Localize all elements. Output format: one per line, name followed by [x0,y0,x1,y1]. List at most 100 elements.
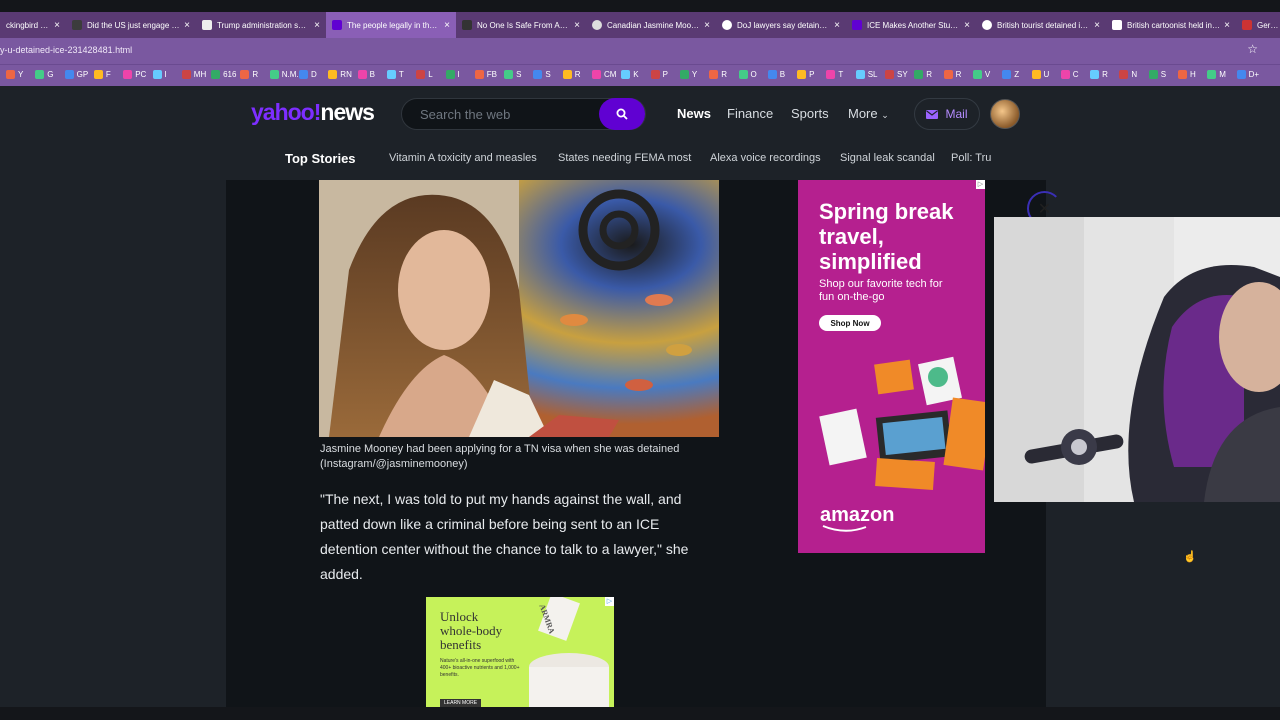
bookmark-item[interactable]: V [972,70,990,79]
bookmark-item[interactable]: Z [1002,70,1019,79]
bookmark-label: T [838,70,844,79]
bookmark-label: SY [897,70,908,79]
armra-ad[interactable]: Unlock whole-body benefits Nature's all-… [426,597,614,707]
browser-tab[interactable]: British cartoonist held in ... × [1106,12,1236,38]
trending-link[interactable]: Signal leak scandal [840,152,935,164]
tab-close-icon[interactable]: × [574,20,580,31]
nav-finance[interactable]: Finance [727,106,773,121]
bookmark-item[interactable]: 616 [211,70,236,79]
favicon-icon [592,20,602,30]
browser-tab[interactable]: DoJ lawyers say detained... × [716,12,846,38]
bookmark-item[interactable]: R [240,70,258,79]
bookmark-item[interactable]: R [943,70,961,79]
tab-close-icon[interactable]: × [704,20,710,31]
bookmark-item[interactable]: D [299,70,317,79]
bookmark-favicon-icon [240,70,250,79]
bookmark-item[interactable]: L [416,70,433,79]
bookmark-item[interactable]: R [562,70,580,79]
bookmark-item[interactable]: SY [885,70,908,79]
search-button[interactable] [599,98,645,130]
bookmark-item[interactable]: B [357,70,375,79]
bookmark-item[interactable]: S [533,70,551,79]
mail-label: Mail [945,107,968,121]
bookmark-item[interactable]: I [445,70,460,79]
bookmark-item[interactable]: Y [679,70,697,79]
address-bar[interactable]: y-u-detained-ice-231428481.html ☆ [0,38,1280,64]
bookmark-item[interactable]: S [504,70,521,79]
browser-tab[interactable]: Trump administration sen... × [196,12,326,38]
avatar[interactable] [990,99,1020,129]
bookmark-item[interactable]: U [1031,70,1049,79]
bookmark-favicon-icon [93,70,103,79]
browser-tab-active[interactable]: The people legally in the ... × [326,12,456,38]
bookmark-favicon-icon [386,70,396,79]
bookmark-item[interactable]: R [914,70,932,79]
bookmark-item[interactable]: SL [855,70,877,79]
nav-more[interactable]: More ⌄ [848,106,889,121]
bookmark-item[interactable]: N.M. [269,70,299,79]
tab-close-icon[interactable]: × [834,20,840,31]
tab-close-icon[interactable]: × [314,20,320,31]
bookmark-item[interactable]: P [650,70,668,79]
bookmark-label: CM [604,70,617,79]
bookmark-item[interactable]: GP [64,70,88,79]
bookmark-item[interactable]: B [767,70,785,79]
trending-link[interactable]: States needing FEMA most [558,152,691,164]
browser-tab[interactable]: British tourist detained in... × [976,12,1106,38]
adchoices-icon[interactable]: ▷ [605,597,614,606]
bookmark-item[interactable]: H [1178,70,1196,79]
article-photo [319,180,719,437]
tab-close-icon[interactable]: × [184,20,190,31]
bookmark-item[interactable]: T [386,70,404,79]
tab-close-icon[interactable]: × [1094,20,1100,31]
browser-tab[interactable]: German [1236,12,1280,38]
shop-now-button[interactable]: Shop Now [819,315,881,331]
tab-close-icon[interactable]: × [964,20,970,31]
bookmark-item[interactable]: C [1060,70,1079,79]
bookmark-item[interactable]: PC [123,70,146,79]
browser-tab[interactable]: No One Is Safe From Am... × [456,12,586,38]
bookmark-item[interactable]: RN [328,70,352,79]
nav-news[interactable]: News [677,106,711,121]
tab-close-icon[interactable]: × [1224,20,1230,31]
url-text[interactable]: y-u-detained-ice-231428481.html [0,45,132,55]
learn-more-button[interactable]: LEARN MORE [440,699,482,707]
bookmark-item[interactable]: D+ [1236,70,1259,79]
trending-link[interactable]: Alexa voice recordings [710,152,821,164]
browser-tab[interactable]: Canadian Jasmine Moone... × [586,12,716,38]
bookmark-item[interactable]: K [621,70,639,79]
browser-tab[interactable]: ckingbird ri... × [0,12,66,38]
bookmark-item[interactable]: T [826,70,843,79]
bookmark-item[interactable]: O [738,70,757,79]
bookmark-favicon-icon [504,70,514,79]
bookmark-item[interactable]: F [93,70,111,79]
tab-close-icon[interactable]: × [54,20,60,31]
bookmark-item[interactable]: R [709,70,727,79]
nav-sports[interactable]: Sports [791,106,829,121]
bookmark-star-icon[interactable]: ☆ [1247,42,1258,56]
bookmark-item[interactable]: M [1207,70,1226,79]
bookmark-item[interactable]: Y [6,70,23,79]
mail-button[interactable]: Mail [914,98,980,130]
trending-link[interactable]: Poll: Tru [951,152,991,164]
bookmark-item[interactable]: MH [181,70,206,79]
bookmark-item[interactable]: G [35,70,54,79]
top-stories-title[interactable]: Top Stories [285,151,356,166]
bookmark-item[interactable]: I [152,70,167,79]
bookmark-label: N [1131,70,1138,79]
trending-link[interactable]: Vitamin A toxicity and measles [389,152,537,164]
search-icon [616,108,628,120]
bookmark-item[interactable]: R [1090,70,1108,79]
bookmark-item[interactable]: N [1119,70,1137,79]
browser-tab[interactable]: ICE Makes Another Stude... × [846,12,976,38]
amazon-ad[interactable]: Spring break travel, simplified Shop our… [798,180,985,553]
adchoices-icon[interactable]: ▷ [976,180,985,189]
bookmark-item[interactable]: CM [592,70,616,79]
bookmark-item[interactable]: FB [474,70,497,79]
tab-close-icon[interactable]: × [444,20,450,31]
browser-tab[interactable]: Did the US just engage in... × [66,12,196,38]
yahoo-news-logo[interactable]: yahoo!news [251,99,375,126]
search-field[interactable]: Search the web [401,98,646,130]
bookmark-item[interactable]: S [1148,70,1166,79]
bookmark-item[interactable]: P [797,70,814,79]
